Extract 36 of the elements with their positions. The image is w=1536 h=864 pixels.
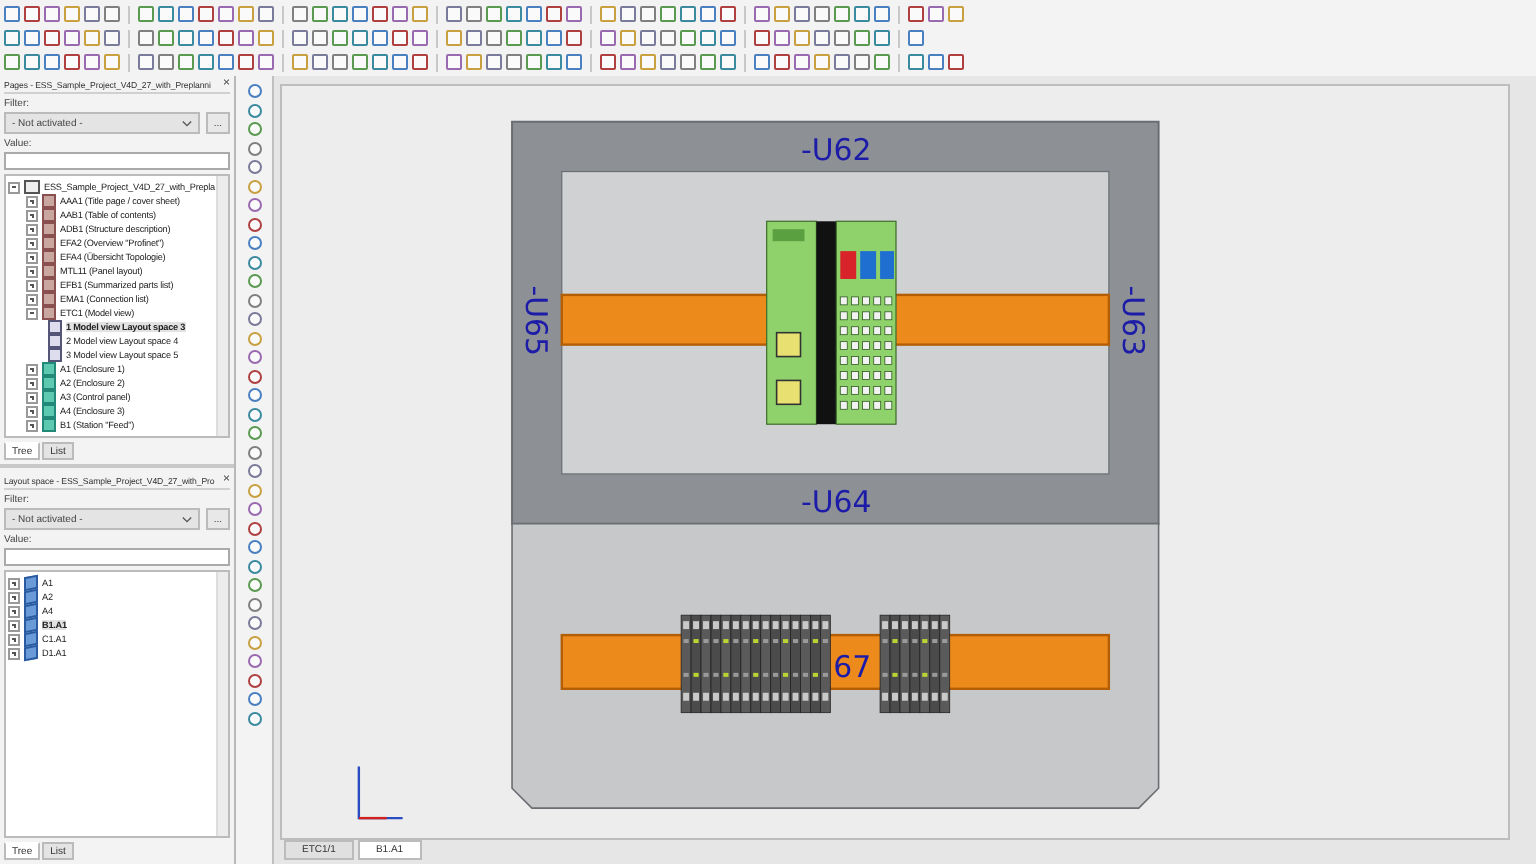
device-label: -U62 (801, 131, 872, 168)
expand-icon[interactable] (26, 377, 38, 389)
scrollbar[interactable] (216, 572, 228, 836)
expand-icon[interactable] (26, 195, 38, 207)
value-field[interactable] (4, 152, 230, 170)
terminal-block (879, 614, 951, 714)
expand-icon[interactable] (8, 577, 20, 589)
collapse-icon[interactable] (26, 307, 38, 319)
expand-icon[interactable] (26, 419, 38, 431)
expand-icon[interactable] (26, 237, 38, 249)
expand-icon[interactable] (8, 605, 20, 617)
drawing-area[interactable]: -U62 -U65 -U63 -U64 67 (280, 84, 1510, 840)
expand-icon[interactable] (26, 363, 38, 375)
device-label: -U64 (801, 483, 872, 520)
expand-icon[interactable] (26, 293, 38, 305)
collapse-icon[interactable] (8, 181, 20, 193)
expand-icon[interactable] (26, 279, 38, 291)
caret-icon (182, 119, 192, 127)
device-label: -U65 (517, 285, 554, 356)
device-label: -U63 (1114, 285, 1151, 356)
expand-icon[interactable] (8, 647, 20, 659)
expand-icon[interactable] (8, 633, 20, 645)
project-icon (24, 180, 40, 194)
expand-icon[interactable] (8, 591, 20, 603)
expand-icon[interactable] (26, 405, 38, 417)
expand-icon[interactable] (26, 251, 38, 263)
expand-icon[interactable] (26, 223, 38, 235)
axis-icon (357, 766, 403, 820)
expand-icon[interactable] (26, 391, 38, 403)
caret-icon (182, 515, 192, 523)
scrollbar[interactable] (216, 176, 228, 436)
expand-icon[interactable] (8, 619, 20, 631)
expand-icon[interactable] (26, 265, 38, 277)
value-field[interactable] (4, 548, 230, 566)
expand-icon[interactable] (26, 209, 38, 221)
device-label: 67 (833, 648, 872, 685)
